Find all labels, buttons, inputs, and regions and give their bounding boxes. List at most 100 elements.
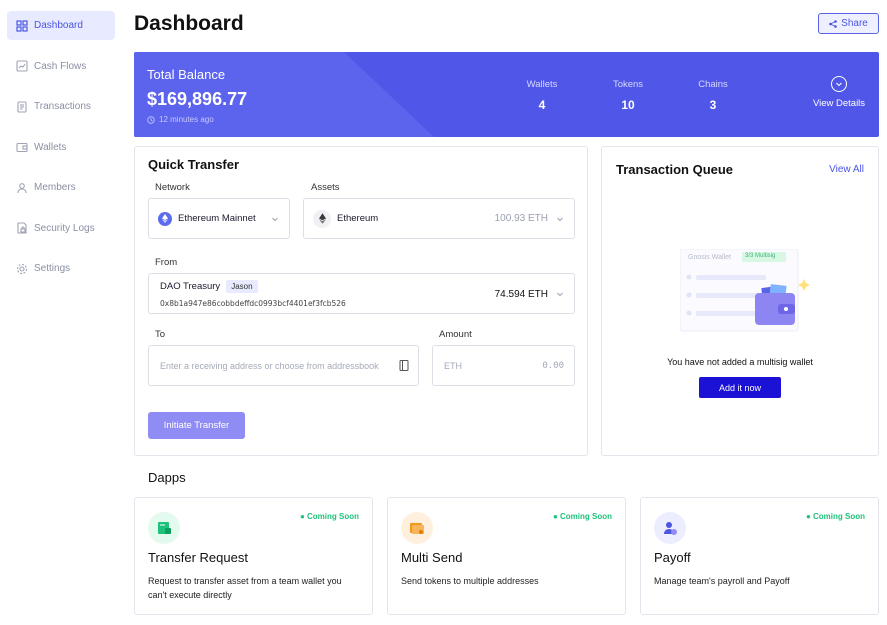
gear-icon <box>16 263 28 275</box>
document-icon <box>16 100 28 113</box>
sidebar-item-settings[interactable]: Settings <box>7 254 115 283</box>
chevron-down-icon <box>272 217 278 221</box>
sidebar-item-security-logs[interactable]: Security Logs <box>7 214 115 243</box>
from-wallet-select[interactable]: DAO Treasury Jason 0x8b1a947e86cobbdeffd… <box>148 273 575 314</box>
file-lock-icon <box>16 222 28 234</box>
illustration-wallet-name: Gnosis Wallet <box>688 254 731 261</box>
payoff-icon <box>654 512 686 544</box>
owner-tag: Jason <box>226 280 258 293</box>
amount-placeholder: 0.00 <box>542 360 564 371</box>
dapp-description: Send tokens to multiple addresses <box>401 576 539 586</box>
asset-balance: 100.93 ETH <box>494 213 548 224</box>
share-icon <box>829 19 837 28</box>
network-select[interactable]: Ethereum Mainnet <box>148 198 290 239</box>
network-value: Ethereum Mainnet <box>178 213 256 224</box>
sidebar-item-label: Members <box>34 182 76 193</box>
sidebar: Dashboard Cash Flows Transactions Wallet… <box>0 0 122 625</box>
transaction-queue-card: Transaction Queue View All Gnosis Wallet… <box>601 146 879 456</box>
sidebar-item-label: Security Logs <box>34 222 95 234</box>
multisig-wallet-illustration <box>679 248 810 332</box>
dapp-card-multi-send[interactable]: ● Coming Soon Multi Send Send tokens to … <box>387 497 626 615</box>
assets-label: Assets <box>311 182 340 193</box>
view-details-label: View Details <box>812 98 866 109</box>
stat-tokens: Tokens 10 <box>598 79 658 112</box>
sidebar-item-cash-flows[interactable]: Cash Flows <box>7 52 115 81</box>
clock-icon <box>147 115 155 124</box>
network-label: Network <box>155 182 190 193</box>
stat-value: 10 <box>621 98 635 112</box>
balance-updated: 12 minutes ago <box>147 115 214 124</box>
to-address-placeholder: Enter a receiving address or choose from… <box>160 360 379 371</box>
status-text: Coming Soon <box>560 512 612 521</box>
sidebar-item-label: Dashboard <box>34 20 83 31</box>
chevron-down-icon <box>557 217 563 221</box>
page-title: Dashboard <box>134 12 244 35</box>
chevron-down-icon <box>831 76 847 92</box>
dapp-description: Request to transfer asset from a team wa… <box>148 576 342 600</box>
illustration-badge: 3/3 Multisig <box>745 253 776 259</box>
sidebar-item-dashboard[interactable]: Dashboard <box>7 11 115 40</box>
amount-input[interactable]: ETH 0.00 <box>432 345 575 386</box>
from-wallet-balance: 74.594 ETH <box>494 289 548 300</box>
stat-chains: Chains 3 <box>683 79 743 112</box>
sidebar-item-label: Settings <box>34 263 71 274</box>
balance-banner: Total Balance $169,896.77 12 minutes ago… <box>134 52 879 137</box>
quick-transfer-title: Quick Transfer <box>148 157 240 172</box>
multi-send-icon <box>401 512 433 544</box>
asset-name: Ethereum <box>337 213 379 224</box>
view-all-link[interactable]: View All <box>829 164 864 175</box>
stat-value: 4 <box>538 98 546 112</box>
status-badge: ● Coming Soon <box>805 512 865 521</box>
stat-label: Tokens <box>612 79 644 90</box>
ethereum-icon <box>313 209 331 228</box>
to-label: To <box>155 329 166 340</box>
user-icon <box>16 182 28 194</box>
stat-label: Wallets <box>526 79 558 90</box>
add-multisig-button[interactable]: Add it now <box>699 377 781 398</box>
quick-transfer-card: Quick Transfer Network Ethereum Mainnet … <box>134 146 588 456</box>
multisig-illustration: Gnosis Wallet 3/3 Multisig <box>679 248 810 334</box>
balance-amount: $169,896.77 <box>147 89 248 109</box>
to-address-input[interactable]: Enter a receiving address or choose from… <box>148 345 419 386</box>
addressbook-icon[interactable] <box>399 360 409 371</box>
updated-text: 12 minutes ago <box>159 115 214 124</box>
chart-icon <box>16 60 28 72</box>
amount-label: Amount <box>439 329 472 340</box>
amount-unit: ETH <box>444 360 462 371</box>
sidebar-item-transactions[interactable]: Transactions <box>7 92 115 121</box>
dapp-name: Transfer Request <box>148 550 248 565</box>
sidebar-item-label: Cash Flows <box>34 60 87 72</box>
ethereum-network-icon <box>158 211 172 226</box>
stat-value: 3 <box>709 98 717 112</box>
from-wallet-address: 0x8b1a947e86cobbdeffdc0993bcf4401ef3fcb5… <box>160 299 346 308</box>
transaction-queue-title: Transaction Queue <box>616 162 734 177</box>
dapp-name: Multi Send <box>401 550 463 565</box>
from-wallet-header: DAO Treasury Jason <box>160 280 258 293</box>
from-wallet-name: DAO Treasury <box>160 281 221 292</box>
dapp-card-payoff[interactable]: ● Coming Soon Payoff Manage team's payro… <box>640 497 879 615</box>
dapp-description: Manage team's payroll and Payoff <box>654 576 790 586</box>
status-text: Coming Soon <box>813 512 865 521</box>
stat-label: Chains <box>698 79 728 90</box>
transfer-request-icon <box>148 512 180 544</box>
wallet-icon <box>16 141 28 153</box>
sidebar-item-wallets[interactable]: Wallets <box>7 133 115 162</box>
grid-icon <box>16 19 28 32</box>
status-badge: ● Coming Soon <box>299 512 359 521</box>
chevron-down-icon <box>557 292 563 297</box>
share-button[interactable]: Share <box>818 13 879 34</box>
dapp-name: Payoff <box>654 550 691 565</box>
stat-wallets: Wallets 4 <box>512 79 572 112</box>
initiate-transfer-button[interactable]: Initiate Transfer <box>148 412 245 439</box>
sidebar-item-label: Wallets <box>34 141 67 153</box>
empty-message: You have not added a multisig wallet <box>667 357 813 367</box>
dapps-title: Dapps <box>148 470 186 485</box>
share-label: Share <box>841 18 868 29</box>
status-badge: ● Coming Soon <box>552 512 612 521</box>
view-details-button[interactable]: View Details <box>804 76 874 109</box>
asset-select[interactable]: Ethereum 100.93 ETH <box>303 198 575 239</box>
status-text: Coming Soon <box>307 512 359 521</box>
sidebar-item-label: Transactions <box>34 101 91 112</box>
sidebar-item-members[interactable]: Members <box>7 173 115 202</box>
dapp-card-transfer-request[interactable]: ● Coming Soon Transfer Request Request t… <box>134 497 373 615</box>
